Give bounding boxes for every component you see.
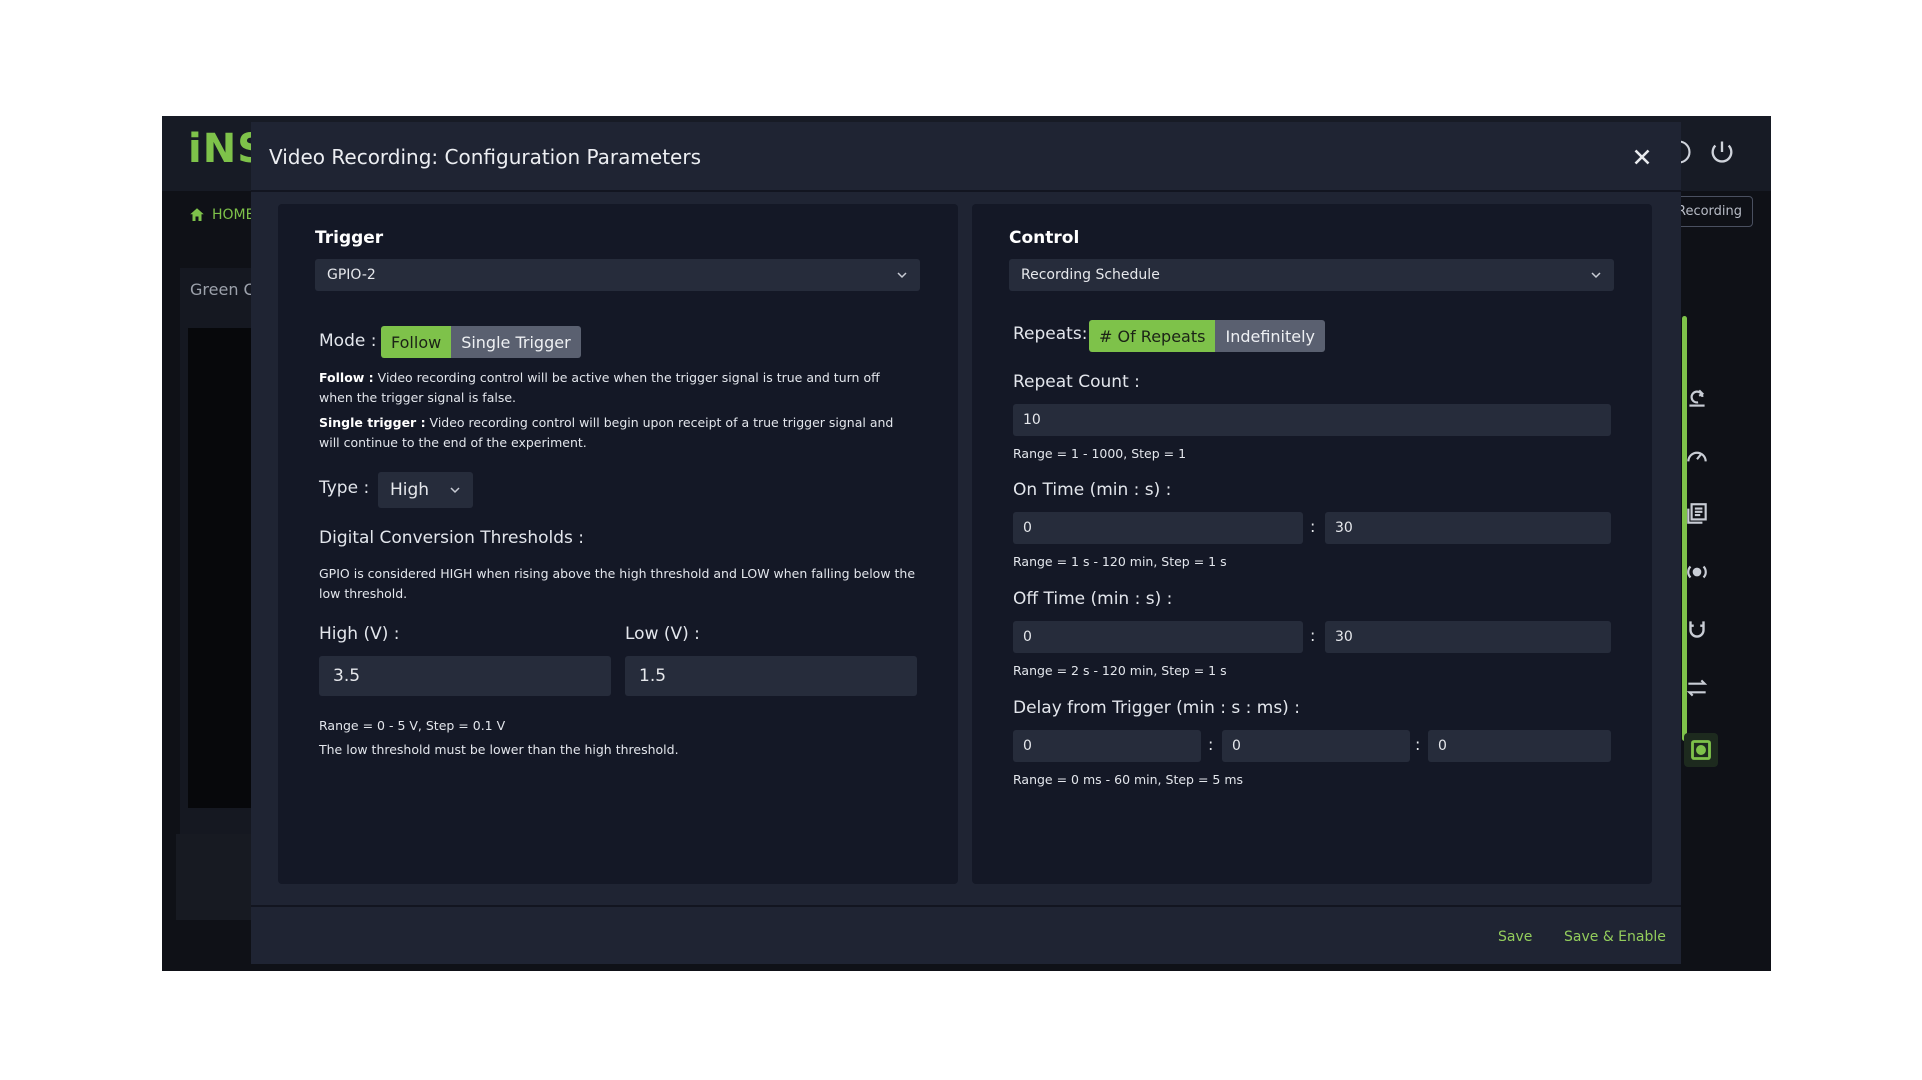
time-separator: : xyxy=(1310,517,1316,536)
trigger-title: Trigger xyxy=(315,228,384,248)
preview-label: Green C xyxy=(190,280,255,299)
right-toolbar xyxy=(1672,255,1747,775)
high-label: High (V) : xyxy=(319,624,400,644)
control-title: Control xyxy=(1009,228,1080,248)
power-icon[interactable] xyxy=(1708,138,1738,168)
on-time-min-input[interactable]: 0 xyxy=(1013,512,1303,544)
library-icon[interactable] xyxy=(1684,501,1718,535)
trigger-panel: Trigger GPIO-2 Mode : Follow Single Trig… xyxy=(278,204,958,884)
type-select[interactable]: High xyxy=(378,472,473,508)
high-threshold-input[interactable]: 3.5 xyxy=(319,656,611,696)
config-modal: Video Recording: Configuration Parameter… xyxy=(251,122,1681,964)
mode-toggle: Follow Single Trigger xyxy=(381,326,581,358)
single-trigger-description: Single trigger : Video recording control… xyxy=(319,413,909,453)
save-enable-button[interactable]: Save & Enable xyxy=(1564,929,1666,945)
follow-text: Video recording control will be active w… xyxy=(319,370,880,405)
type-value: High xyxy=(390,480,430,500)
rotate-icon[interactable] xyxy=(1684,385,1718,419)
modal-footer: Save Save & Enable xyxy=(251,905,1681,964)
mode-label: Mode : xyxy=(319,331,377,351)
modal-title: Video Recording: Configuration Parameter… xyxy=(269,145,701,169)
trigger-source-select[interactable]: GPIO-2 xyxy=(315,259,920,291)
thresholds-description: GPIO is considered HIGH when rising abov… xyxy=(319,566,916,601)
repeats-indefinitely-option[interactable]: Indefinitely xyxy=(1215,320,1326,352)
delay-min-input[interactable]: 0 xyxy=(1013,730,1201,762)
preview-footer xyxy=(176,834,260,920)
on-time-range: Range = 1 s - 120 min, Step = 1 s xyxy=(1013,554,1227,569)
repeat-count-input[interactable]: 10 xyxy=(1013,404,1611,436)
broadcast-icon[interactable] xyxy=(1684,559,1718,593)
repeat-count-range: Range = 1 - 1000, Step = 1 xyxy=(1013,446,1187,461)
mode-single-trigger-option[interactable]: Single Trigger xyxy=(451,326,581,358)
control-panel: Control Recording Schedule Repeats: # Of… xyxy=(972,204,1652,884)
preview-panel: Green C xyxy=(180,268,260,838)
control-schedule-select[interactable]: Recording Schedule xyxy=(1009,259,1614,291)
magnet-icon[interactable] xyxy=(1684,617,1718,651)
modal-header: Video Recording: Configuration Parameter… xyxy=(251,122,1681,192)
swap-icon[interactable] xyxy=(1684,675,1718,709)
time-separator: : xyxy=(1208,735,1214,754)
time-separator: : xyxy=(1310,626,1316,645)
trigger-source-value: GPIO-2 xyxy=(327,267,376,283)
delay-sec-input[interactable]: 0 xyxy=(1222,730,1410,762)
home-label: HOME xyxy=(212,207,255,223)
thresholds-label: Digital Conversion Thresholds : xyxy=(319,528,585,548)
repeat-count-label: Repeat Count : xyxy=(1013,372,1140,392)
delay-label: Delay from Trigger (min : s : ms) : xyxy=(1013,698,1300,718)
time-separator: : xyxy=(1415,735,1421,754)
breadcrumb-home[interactable]: HOME xyxy=(188,206,254,224)
control-schedule-value: Recording Schedule xyxy=(1021,267,1160,283)
threshold-order-note: The low threshold must be lower than the… xyxy=(319,742,679,757)
threshold-range-note: Range = 0 - 5 V, Step = 0.1 V xyxy=(319,718,506,733)
preview-video xyxy=(188,328,258,808)
follow-term: Follow : xyxy=(319,370,374,385)
repeats-count-option[interactable]: # Of Repeats xyxy=(1089,320,1216,352)
delay-ms-input[interactable]: 0 xyxy=(1428,730,1611,762)
on-time-label: On Time (min : s) : xyxy=(1013,480,1172,500)
off-time-label: Off Time (min : s) : xyxy=(1013,589,1173,609)
video-settings-icon[interactable] xyxy=(1684,733,1718,767)
single-term: Single trigger : xyxy=(319,415,426,430)
chevron-down-icon xyxy=(450,487,460,494)
follow-description: Follow : Video recording control will be… xyxy=(319,368,909,408)
gauge-icon[interactable] xyxy=(1684,443,1718,477)
low-threshold-input[interactable]: 1.5 xyxy=(625,656,917,696)
save-button[interactable]: Save xyxy=(1498,929,1532,945)
chevron-down-icon xyxy=(897,272,907,279)
off-time-range: Range = 2 s - 120 min, Step = 1 s xyxy=(1013,663,1227,678)
on-time-sec-input[interactable]: 30 xyxy=(1325,512,1611,544)
low-label: Low (V) : xyxy=(625,624,700,644)
delay-range: Range = 0 ms - 60 min, Step = 5 ms xyxy=(1013,772,1244,787)
off-time-min-input[interactable]: 0 xyxy=(1013,621,1303,653)
home-icon xyxy=(190,208,204,221)
repeats-toggle: # Of Repeats Indefinitely xyxy=(1089,320,1326,352)
chevron-down-icon xyxy=(1591,272,1601,279)
repeats-label: Repeats: xyxy=(1013,324,1088,344)
type-label: Type : xyxy=(319,478,370,498)
mode-follow-option[interactable]: Follow xyxy=(381,326,452,358)
off-time-sec-input[interactable]: 30 xyxy=(1325,621,1611,653)
close-icon[interactable] xyxy=(1629,144,1655,170)
